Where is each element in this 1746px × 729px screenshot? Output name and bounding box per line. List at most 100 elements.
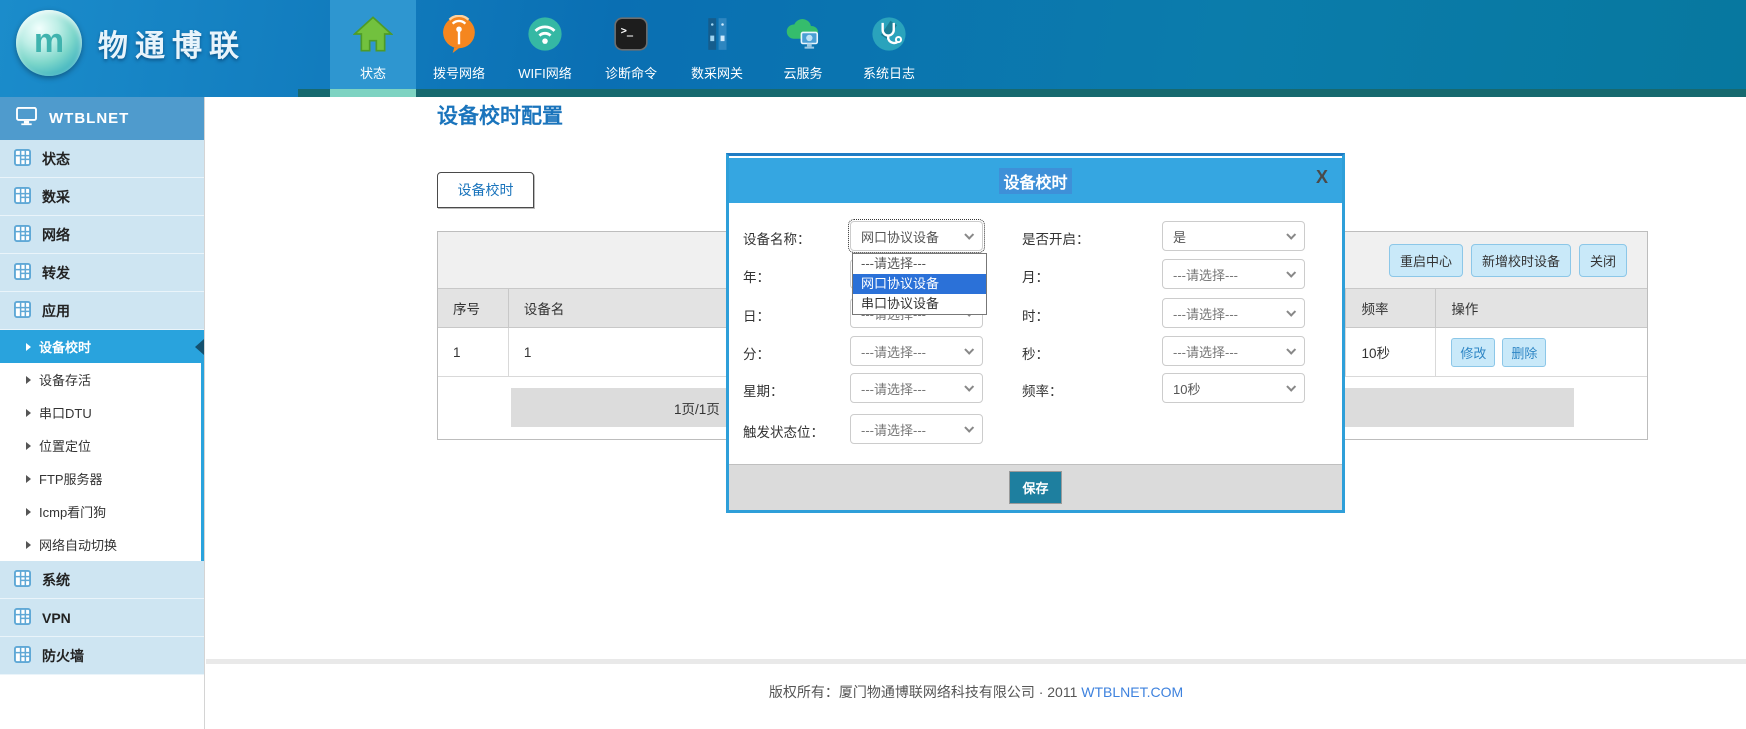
- submenu-item-device-alive[interactable]: 设备存活: [0, 363, 201, 396]
- tab-device-timing[interactable]: 设备校时: [437, 172, 534, 208]
- sidebar-item-label: 状态: [42, 149, 70, 169]
- week-select[interactable]: ---请选择---: [850, 373, 983, 403]
- grid-icon: [14, 263, 31, 283]
- chevron-down-icon: [964, 382, 974, 392]
- caret-right-icon: [26, 541, 31, 549]
- field-label-second: 秒：: [1022, 343, 1049, 363]
- submenu-item-label: 设备存活: [39, 370, 91, 389]
- select-value: ---请选择---: [1173, 304, 1238, 323]
- modal-body: 设备名称： 年： 日： 分： 星期： 触发状态位： 网口协议设备 ---请选择-…: [729, 203, 1342, 464]
- device-name-select[interactable]: 网口协议设备: [850, 221, 983, 251]
- device-timing-modal: 设备校时 X 设备名称： 年： 日： 分： 星期： 触发状态位： 网口协议设备 …: [726, 153, 1345, 513]
- sidebar-item-status[interactable]: 状态: [0, 140, 204, 178]
- trigger-status-select[interactable]: ---请选择---: [850, 414, 983, 444]
- submenu-item-label: FTP服务器: [39, 469, 103, 488]
- brand-logo: m 物通博联: [16, 10, 246, 76]
- caret-right-icon: [26, 343, 31, 351]
- field-label-enabled: 是否开启：: [1022, 228, 1090, 248]
- sidebar-item-label: 系统: [42, 570, 70, 590]
- restart-center-button[interactable]: 重启中心: [1389, 244, 1463, 277]
- grid-icon: [14, 570, 31, 590]
- dropdown-option-net-protocol-device[interactable]: 网口协议设备: [853, 274, 986, 294]
- dropdown-option-placeholder[interactable]: ---请选择---: [853, 254, 986, 274]
- nav-item-dialup[interactable]: 拨号网络: [416, 0, 502, 89]
- nav-label: 数采网关: [691, 63, 743, 82]
- close-button[interactable]: 关闭: [1579, 244, 1627, 277]
- copyright-text: 版权所有：厦门物通博联网络科技有限公司 · 2011: [769, 684, 1078, 700]
- frequency-select[interactable]: 10秒: [1162, 373, 1305, 403]
- chevron-down-icon: [1286, 268, 1296, 278]
- modal-footer: 保存: [729, 464, 1342, 510]
- month-select[interactable]: ---请选择---: [1162, 259, 1305, 289]
- grid-icon: [14, 301, 31, 321]
- save-button[interactable]: 保存: [1009, 471, 1061, 504]
- nav-item-diagnostics[interactable]: >_ 诊断命令: [588, 0, 674, 89]
- grid-icon: [14, 646, 31, 666]
- enabled-select[interactable]: 是: [1162, 221, 1305, 251]
- grid-icon: [14, 149, 31, 169]
- chevron-down-icon: [964, 423, 974, 433]
- submenu-item-label: 位置定位: [39, 436, 91, 455]
- second-select[interactable]: ---请选择---: [1162, 336, 1305, 366]
- close-icon[interactable]: X: [1316, 167, 1328, 188]
- sidebar-item-label: 应用: [42, 301, 70, 321]
- cloud-monitor-icon: [783, 15, 823, 58]
- column-header-frequency: 频率: [1346, 289, 1436, 327]
- select-value: 网口协议设备: [861, 227, 939, 246]
- hour-select[interactable]: ---请选择---: [1162, 298, 1305, 328]
- gateway-server-icon: [697, 15, 737, 58]
- nav-item-status[interactable]: 状态: [330, 0, 416, 89]
- field-label-frequency: 频率：: [1022, 380, 1063, 400]
- nav-item-syslog[interactable]: 系统日志: [846, 0, 932, 89]
- grid-icon: [14, 225, 31, 245]
- sidebar-item-data-collect[interactable]: 数采: [0, 178, 204, 216]
- field-label-month: 月：: [1022, 266, 1049, 286]
- pagination-text: 1页/1页: [511, 398, 720, 418]
- dropdown-option-serial-protocol-device[interactable]: 串口协议设备: [853, 294, 986, 314]
- field-label-minute: 分：: [743, 343, 770, 363]
- select-value: ---请选择---: [861, 420, 926, 439]
- grid-icon: [14, 608, 31, 628]
- submenu-item-network-autoswitch[interactable]: 网络自动切换: [0, 528, 201, 561]
- submenu-item-location[interactable]: 位置定位: [0, 429, 201, 462]
- sidebar-item-forward[interactable]: 转发: [0, 254, 204, 292]
- sidebar-item-system[interactable]: 系统: [0, 561, 204, 599]
- nav-item-gateway[interactable]: 数采网关: [674, 0, 760, 89]
- logo-monogram: m: [34, 22, 64, 61]
- submenu-item-icmp-watchdog[interactable]: Icmp看门狗: [0, 495, 201, 528]
- caret-right-icon: [26, 409, 31, 417]
- nav-bottom-strip: [298, 89, 1746, 97]
- nav-item-wifi[interactable]: WIFI网络: [502, 0, 588, 89]
- wtblnet-link[interactable]: WTBLNET.COM: [1081, 684, 1183, 700]
- select-value: ---请选择---: [861, 342, 926, 361]
- caret-right-icon: [26, 442, 31, 450]
- field-label-device-name: 设备名称：: [743, 228, 811, 248]
- delete-button[interactable]: 删除: [1502, 338, 1546, 367]
- select-value: ---请选择---: [861, 379, 926, 398]
- sidebar-header: WTBLNET: [0, 97, 204, 140]
- sidebar-item-application[interactable]: 应用: [0, 292, 204, 330]
- cell-frequency: 10秒: [1346, 328, 1436, 376]
- nav-label: 云服务: [783, 63, 822, 82]
- sidebar-item-network[interactable]: 网络: [0, 216, 204, 254]
- sidebar-item-label: 防火墙: [42, 646, 84, 666]
- submenu-item-label: 网络自动切换: [39, 535, 117, 554]
- minute-select[interactable]: ---请选择---: [850, 336, 983, 366]
- submenu-item-label: Icmp看门狗: [39, 502, 106, 521]
- submenu-item-ftp-server[interactable]: FTP服务器: [0, 462, 201, 495]
- wifi-icon: [525, 15, 565, 58]
- dialup-signal-icon: [439, 15, 479, 58]
- nav-item-cloud[interactable]: 云服务: [760, 0, 846, 89]
- select-value: 10秒: [1173, 379, 1200, 398]
- chevron-down-icon: [964, 230, 974, 240]
- submenu-item-device-timing[interactable]: 设备校时: [0, 330, 204, 363]
- sidebar-item-firewall[interactable]: 防火墙: [0, 637, 204, 675]
- submenu-item-serial-dtu[interactable]: 串口DTU: [0, 396, 201, 429]
- nav-label: 系统日志: [863, 63, 915, 82]
- select-value: ---请选择---: [1173, 342, 1238, 361]
- edit-button[interactable]: 修改: [1451, 338, 1495, 367]
- cell-operation: 修改 删除: [1436, 328, 1647, 376]
- submenu-item-label: 设备校时: [39, 337, 91, 356]
- sidebar-item-vpn[interactable]: VPN: [0, 599, 204, 637]
- add-timing-device-button[interactable]: 新增校时设备: [1471, 244, 1571, 277]
